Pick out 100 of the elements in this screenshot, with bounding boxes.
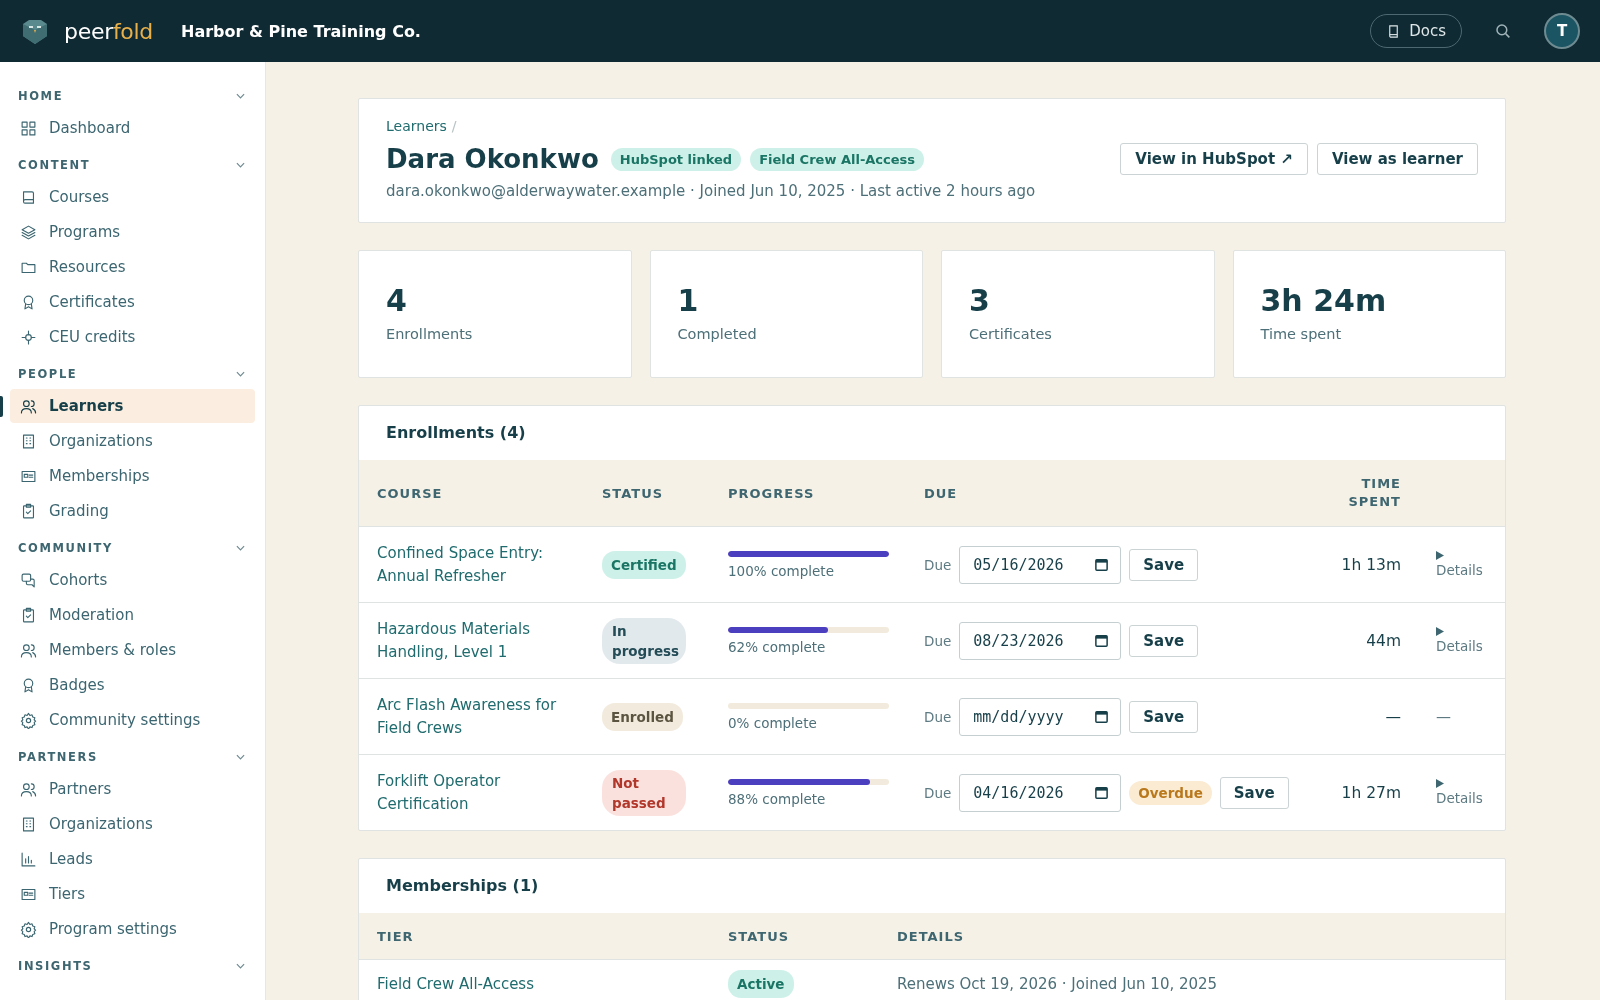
sidebar-item[interactable]: CEU credits: [10, 320, 255, 354]
details-toggle[interactable]: Details: [1429, 551, 1505, 578]
sidebar-item[interactable]: Resources: [10, 250, 255, 284]
people-icon: [20, 641, 37, 659]
save-button[interactable]: Save: [1219, 776, 1289, 809]
learner-details: dara.okonkwo@alderwaywater.example · Joined Jun 10, 2025 · Last active 2 hours ago: [386, 182, 1037, 200]
user-avatar[interactable]: T: [1544, 13, 1580, 49]
learner-name: Dara Okonkwo: [386, 144, 599, 174]
column-header: TIME SPENT: [1347, 475, 1402, 511]
sidebar-item[interactable]: Community settings: [10, 703, 255, 737]
building-icon: [20, 815, 37, 833]
status-badge: Not passed: [602, 769, 686, 816]
sidebar-item[interactable]: Tiers: [10, 877, 255, 911]
chevron-icon[interactable]: [236, 371, 245, 377]
course-link[interactable]: Hazardous Materials Handling, Level 1: [377, 617, 602, 664]
details-empty: —: [1435, 707, 1452, 726]
crosshair-icon: [20, 328, 37, 346]
stat-label: Enrollments: [386, 326, 474, 342]
sidebar-item[interactable]: Cohorts: [10, 563, 255, 597]
clipboard-icon: [20, 606, 37, 624]
status-badge: Certified: [602, 550, 686, 579]
section-heading: COMMUNITY: [18, 541, 113, 555]
sidebar-item[interactable]: Organizations: [10, 807, 255, 841]
details-toggle[interactable]: Details: [1429, 779, 1505, 806]
tag: Field Crew All-Access: [750, 147, 925, 171]
status-badge: Enrolled: [602, 702, 683, 731]
column-header: PROGRESS: [728, 485, 816, 501]
organization-name: Harbor & Pine Training Co.: [181, 21, 421, 41]
sidebar-item[interactable]: Courses: [10, 180, 255, 214]
settings-icon: [20, 711, 37, 729]
status-badge: In progress: [602, 617, 686, 664]
chevron-icon[interactable]: [236, 93, 245, 99]
bar-chart-icon: [20, 850, 37, 868]
triangle-icon: [1436, 551, 1444, 560]
people-icon: [20, 780, 37, 798]
time-spent: 1h 13m: [1340, 555, 1402, 574]
header-button[interactable]: View in HubSpot ↗: [1120, 143, 1308, 175]
save-button[interactable]: Save: [1129, 548, 1199, 581]
progress-text: 100% complete: [728, 562, 835, 579]
column-header: TIER: [377, 928, 415, 944]
stat-value: 4: [386, 283, 408, 318]
progress-text: 62% complete: [728, 638, 827, 655]
book-icon: [20, 188, 37, 206]
details-toggle[interactable]: Details: [1429, 627, 1505, 654]
due-label: Due: [924, 708, 952, 725]
course-link[interactable]: Confined Space Entry: Annual Refresher: [377, 541, 602, 588]
progress-text: 0% complete: [728, 714, 818, 731]
date-field[interactable]: 05/16/2026: [959, 545, 1122, 584]
tag: HubSpot linked: [610, 147, 742, 171]
calendar-icon[interactable]: [1094, 708, 1110, 724]
sidebar-item[interactable]: Moderation: [10, 598, 255, 632]
overdue-badge: Overdue: [1129, 780, 1212, 805]
due-label: Due: [924, 556, 952, 573]
sidebar-item[interactable]: Memberships: [10, 459, 255, 493]
date-field[interactable]: mm/dd/yyyy: [959, 697, 1122, 736]
chevron-icon[interactable]: [236, 545, 245, 551]
header-button[interactable]: View as learner: [1316, 143, 1478, 175]
building-icon: [20, 432, 37, 450]
triangle-icon: [1436, 627, 1444, 636]
sidebar-item[interactable]: Badges: [10, 668, 255, 702]
progress-text: 88% complete: [728, 790, 827, 807]
save-button[interactable]: Save: [1129, 624, 1199, 657]
panel-title: Memberships (1): [385, 875, 540, 897]
calendar-icon[interactable]: [1094, 784, 1110, 800]
sidebar-item[interactable]: Leads: [10, 842, 255, 876]
sidebar-item[interactable]: Certificates: [10, 285, 255, 319]
chevron-icon[interactable]: [236, 162, 245, 168]
grid-icon: [20, 119, 37, 137]
sidebar-item[interactable]: Program settings: [10, 912, 255, 946]
people-icon: [20, 397, 37, 415]
stat-value: 3h 24m: [1260, 283, 1388, 318]
layers-icon: [20, 223, 37, 241]
due-label: Due: [924, 784, 952, 801]
calendar-icon[interactable]: [1094, 556, 1110, 572]
status-badge: Active: [728, 970, 794, 998]
section-heading: PEOPLE: [18, 367, 78, 381]
date-field[interactable]: 08/23/2026: [959, 621, 1122, 660]
search-icon[interactable]: [1494, 22, 1512, 40]
sidebar-item[interactable]: Dashboard: [10, 111, 255, 145]
stat-value: 3: [969, 283, 991, 318]
column-header: STATUS: [728, 928, 791, 944]
clipboard-icon: [20, 502, 37, 520]
column-header: STATUS: [602, 485, 665, 501]
save-button[interactable]: Save: [1129, 700, 1199, 733]
column-header: DETAILS: [897, 928, 966, 944]
chevron-icon[interactable]: [236, 754, 245, 760]
column-header: COURSE: [377, 485, 444, 501]
breadcrumb-link[interactable]: Learners: [386, 118, 447, 134]
calendar-icon[interactable]: [1094, 632, 1110, 648]
date-field[interactable]: 04/16/2026: [959, 773, 1122, 812]
chevron-icon[interactable]: [236, 963, 245, 969]
sidebar-item[interactable]: Partners: [10, 772, 255, 806]
sidebar-item[interactable]: Programs: [10, 215, 255, 249]
sidebar-item[interactable]: Organizations: [10, 424, 255, 458]
sidebar-item[interactable]: Members & roles: [10, 633, 255, 667]
brand-name: peerfold: [64, 18, 153, 44]
membership-details: Renews Oct 19, 2026 · Joined Jun 10, 2025: [897, 975, 1219, 993]
course-link[interactable]: Arc Flash Awareness for Field Crews: [377, 693, 602, 740]
sidebar-item[interactable]: Grading: [10, 494, 255, 528]
course-link[interactable]: Forklift Operator Certification: [377, 769, 602, 816]
